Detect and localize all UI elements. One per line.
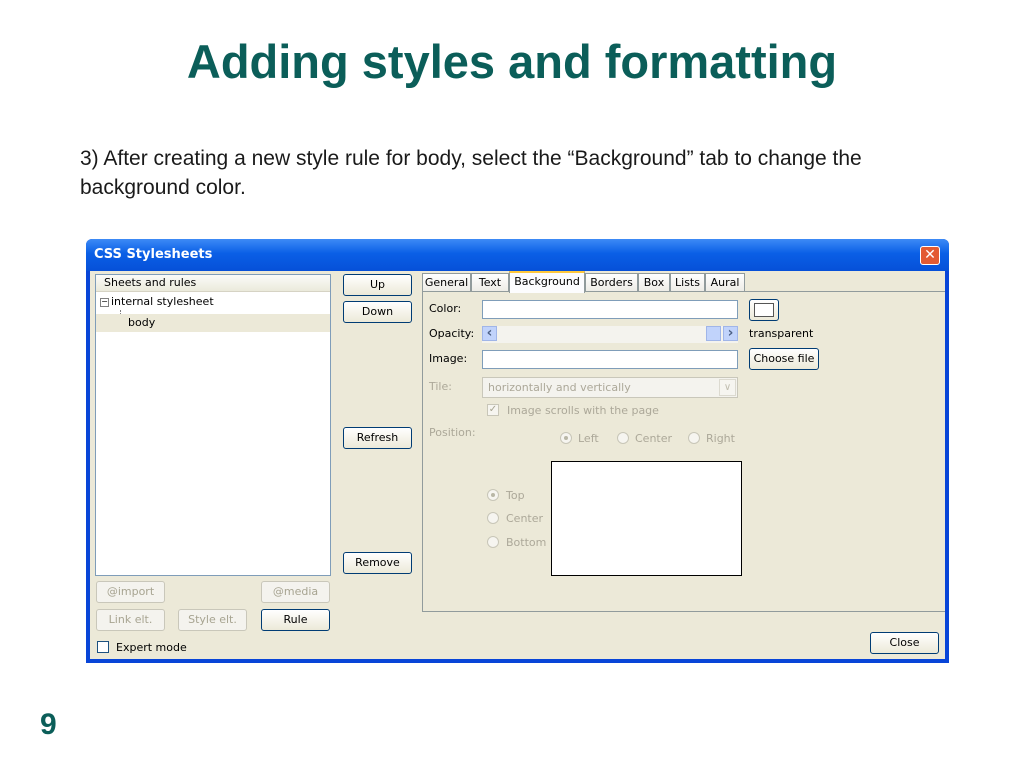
color-swatch — [754, 303, 774, 317]
tile-label: Tile: — [429, 380, 452, 393]
position-center-radio[interactable] — [617, 432, 629, 444]
opacity-value: transparent — [749, 327, 814, 340]
tree-item-body[interactable]: body — [96, 314, 330, 332]
image-input[interactable] — [482, 350, 738, 369]
tile-select-value: horizontally and vertically — [488, 381, 631, 394]
tab-box[interactable]: Box — [638, 273, 670, 292]
dialog-client-area: Sheets and rules − internal stylesheet bo… — [90, 271, 945, 659]
arrow-left-icon[interactable]: ‹ — [482, 326, 497, 341]
position-right-radio[interactable] — [688, 432, 700, 444]
refresh-button[interactable]: Refresh — [343, 427, 412, 449]
position-top-radio[interactable] — [487, 489, 499, 501]
position-left-label: Left — [578, 432, 599, 445]
style-element-button[interactable]: Style elt. — [178, 609, 247, 631]
remove-button[interactable]: Remove — [343, 552, 412, 574]
slide-instruction: 3) After creating a new style rule for b… — [80, 147, 862, 199]
image-scrolls-checkbox[interactable]: ✓ — [487, 404, 499, 416]
window-title: CSS Stylesheets — [94, 247, 213, 262]
tab-borders[interactable]: Borders — [585, 273, 638, 292]
tile-select[interactable]: horizontally and vertically ∨ — [482, 377, 738, 398]
tab-general[interactable]: General — [422, 273, 471, 292]
position-bottom-radio[interactable] — [487, 536, 499, 548]
position-left-radio[interactable] — [560, 432, 572, 444]
position-vcenter-label: Center — [506, 512, 544, 525]
color-picker-button[interactable] — [749, 299, 779, 321]
tree-header: Sheets and rules — [96, 275, 330, 292]
position-top-label: Top — [506, 489, 525, 502]
choose-file-button[interactable]: Choose file — [749, 348, 819, 370]
page-number: 9 — [40, 708, 57, 741]
position-vcenter-radio[interactable] — [487, 512, 499, 524]
tree-item-internal-stylesheet[interactable]: − internal stylesheet — [100, 295, 214, 309]
expert-mode-label: Expert mode — [116, 641, 187, 654]
tab-lists[interactable]: Lists — [670, 273, 705, 292]
chevron-down-icon[interactable]: ∨ — [719, 379, 736, 396]
media-button[interactable]: @media — [261, 581, 330, 603]
import-button[interactable]: @import — [96, 581, 165, 603]
tree-item-label: internal stylesheet — [111, 295, 214, 308]
tree-item-label: body — [128, 316, 156, 329]
color-label: Color: — [429, 302, 462, 315]
image-label: Image: — [429, 352, 468, 365]
background-tab-panel: Color: Opacity: ‹ › transparent Image: C… — [422, 291, 945, 612]
css-stylesheets-dialog: CSS Stylesheets ✕ Sheets and rules − inte… — [86, 239, 949, 663]
slide-title: Adding styles and formatting — [186, 35, 838, 88]
arrow-right-icon[interactable]: › — [723, 326, 738, 341]
down-button[interactable]: Down — [343, 301, 412, 323]
up-button[interactable]: Up — [343, 274, 412, 296]
close-icon[interactable]: ✕ — [920, 246, 940, 265]
slider-thumb[interactable] — [706, 326, 721, 341]
position-preview-box — [551, 461, 742, 576]
color-input[interactable] — [482, 300, 738, 319]
tab-text[interactable]: Text — [471, 273, 509, 292]
position-right-label: Right — [706, 432, 735, 445]
opacity-slider[interactable]: ‹ › — [482, 326, 738, 343]
image-scrolls-label: Image scrolls with the page — [507, 404, 659, 417]
position-bottom-label: Bottom — [506, 536, 547, 549]
close-button[interactable]: Close — [870, 632, 939, 654]
link-element-button[interactable]: Link elt. — [96, 609, 165, 631]
collapse-icon[interactable]: − — [100, 297, 109, 307]
position-center-label: Center — [635, 432, 673, 445]
rule-button[interactable]: Rule — [261, 609, 330, 631]
position-label: Position: — [429, 426, 476, 439]
sheets-rules-tree[interactable]: Sheets and rules − internal stylesheet bo… — [95, 274, 331, 576]
title-bar[interactable]: CSS Stylesheets ✕ — [86, 239, 949, 271]
opacity-label: Opacity: — [429, 327, 475, 340]
expert-mode-checkbox[interactable] — [97, 641, 109, 653]
tab-background[interactable]: Background — [509, 271, 585, 293]
tab-aural[interactable]: Aural — [705, 273, 745, 292]
